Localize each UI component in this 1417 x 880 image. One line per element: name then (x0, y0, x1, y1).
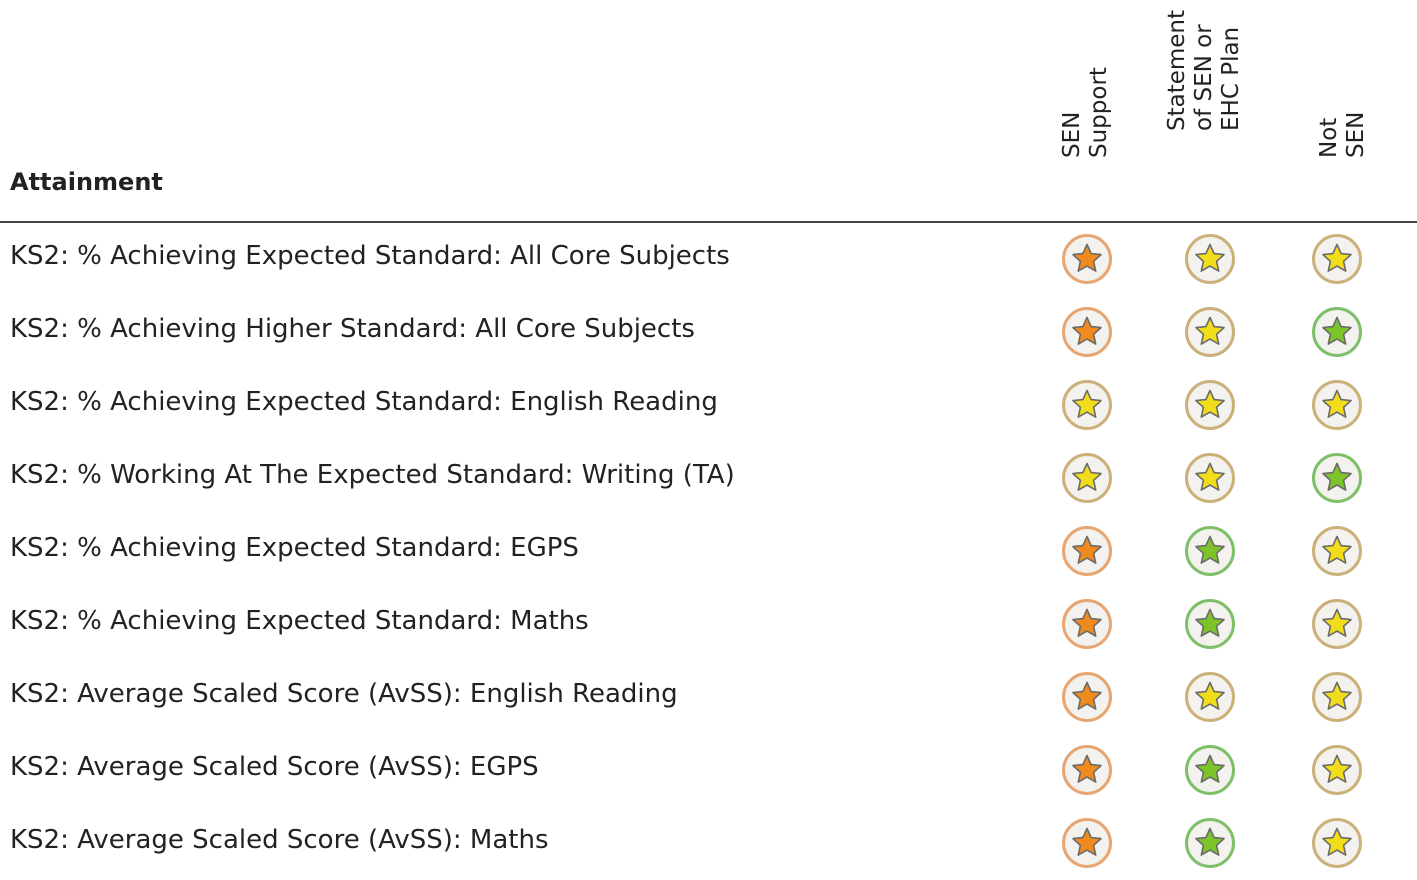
table-header: Attainment SEN Support Statement of SEN … (0, 0, 1417, 222)
star-icon (1072, 462, 1102, 491)
rating-badge-yellow[interactable] (1312, 526, 1362, 576)
indicator-label: KS2: % Achieving Higher Standard: All Co… (10, 314, 695, 344)
table-row: KS2: Average Scaled Score (AvSS): Maths (0, 807, 1417, 880)
column-header-line: Not (1316, 117, 1342, 158)
star-icon (1322, 681, 1352, 710)
rating-badge-green[interactable] (1185, 599, 1235, 649)
column-header-not-sen: Not SEN (1316, 112, 1369, 212)
table-row: KS2: Average Scaled Score (AvSS): EGPS (0, 734, 1417, 807)
rating-badge-yellow[interactable] (1312, 745, 1362, 795)
rating-badge-orange[interactable] (1062, 526, 1112, 576)
table-row: KS2: % Achieving Higher Standard: All Co… (0, 296, 1417, 369)
rating-badge-yellow[interactable] (1312, 599, 1362, 649)
column-header-line: EHC Plan (1218, 26, 1244, 131)
star-icon (1195, 316, 1225, 345)
star-icon (1072, 754, 1102, 783)
star-icon (1072, 316, 1102, 345)
star-icon (1195, 754, 1225, 783)
rating-badge-yellow[interactable] (1062, 453, 1112, 503)
rating-badge-green[interactable] (1312, 307, 1362, 357)
star-icon (1072, 535, 1102, 564)
rating-badge-orange[interactable] (1062, 818, 1112, 868)
indicator-label: KS2: % Achieving Expected Standard: All … (10, 241, 730, 271)
rating-badge-yellow[interactable] (1062, 380, 1112, 430)
rating-badge-orange[interactable] (1062, 599, 1112, 649)
star-icon (1072, 389, 1102, 418)
rating-badge-green[interactable] (1185, 818, 1235, 868)
star-icon (1322, 389, 1352, 418)
indicator-label: KS2: % Achieving Expected Standard: Math… (10, 606, 589, 636)
section-title: Attainment (10, 168, 163, 196)
table-row: KS2: % Achieving Expected Standard: EGPS (0, 515, 1417, 588)
column-header-statement-ehc: Statement of SEN or EHC Plan (1164, 10, 1244, 212)
indicator-label: KS2: % Achieving Expected Standard: EGPS (10, 533, 579, 563)
rating-badge-orange[interactable] (1062, 672, 1112, 722)
star-icon (1322, 243, 1352, 272)
rating-badge-yellow[interactable] (1185, 672, 1235, 722)
rating-badge-green[interactable] (1312, 453, 1362, 503)
rating-badge-yellow[interactable] (1185, 307, 1235, 357)
attainment-table-body: KS2: % Achieving Expected Standard: All … (0, 223, 1417, 880)
table-row: KS2: % Achieving Expected Standard: Math… (0, 588, 1417, 661)
star-icon (1322, 316, 1352, 345)
rating-badge-yellow[interactable] (1185, 234, 1235, 284)
indicator-label: KS2: % Achieving Expected Standard: Engl… (10, 387, 718, 417)
star-icon (1322, 754, 1352, 783)
star-icon (1195, 243, 1225, 272)
rating-badge-yellow[interactable] (1312, 380, 1362, 430)
table-row: KS2: % Working At The Expected Standard:… (0, 442, 1417, 515)
indicator-label: KS2: Average Scaled Score (AvSS): EGPS (10, 752, 539, 782)
column-header-line: SEN (1059, 111, 1085, 158)
table-row: KS2: Average Scaled Score (AvSS): Englis… (0, 661, 1417, 734)
star-icon (1322, 462, 1352, 491)
star-icon (1072, 608, 1102, 637)
star-icon (1195, 681, 1225, 710)
rating-badge-orange[interactable] (1062, 234, 1112, 284)
rating-badge-green[interactable] (1185, 745, 1235, 795)
star-icon (1195, 608, 1225, 637)
star-icon (1195, 389, 1225, 418)
star-icon (1072, 681, 1102, 710)
rating-badge-yellow[interactable] (1185, 453, 1235, 503)
column-header-sen-support: SEN Support (1059, 67, 1112, 212)
star-icon (1195, 462, 1225, 491)
star-icon (1072, 243, 1102, 272)
indicator-label: KS2: Average Scaled Score (AvSS): Maths (10, 825, 549, 855)
star-icon (1195, 535, 1225, 564)
rating-badge-yellow[interactable] (1312, 234, 1362, 284)
table-row: KS2: % Achieving Expected Standard: All … (0, 223, 1417, 296)
rating-badge-green[interactable] (1185, 526, 1235, 576)
table-row: KS2: % Achieving Expected Standard: Engl… (0, 369, 1417, 442)
rating-badge-yellow[interactable] (1185, 380, 1235, 430)
star-icon (1072, 827, 1102, 856)
column-header-line: of SEN or (1191, 24, 1217, 131)
rating-badge-yellow[interactable] (1312, 672, 1362, 722)
star-icon (1195, 827, 1225, 856)
column-header-line: SEN (1343, 111, 1369, 158)
column-header-line: Support (1086, 67, 1112, 158)
rating-badge-orange[interactable] (1062, 307, 1112, 357)
star-icon (1322, 535, 1352, 564)
column-header-line: Statement (1164, 9, 1190, 131)
star-icon (1322, 608, 1352, 637)
rating-badge-orange[interactable] (1062, 745, 1112, 795)
star-icon (1322, 827, 1352, 856)
indicator-label: KS2: Average Scaled Score (AvSS): Englis… (10, 679, 678, 709)
rating-badge-yellow[interactable] (1312, 818, 1362, 868)
indicator-label: KS2: % Working At The Expected Standard:… (10, 460, 735, 490)
